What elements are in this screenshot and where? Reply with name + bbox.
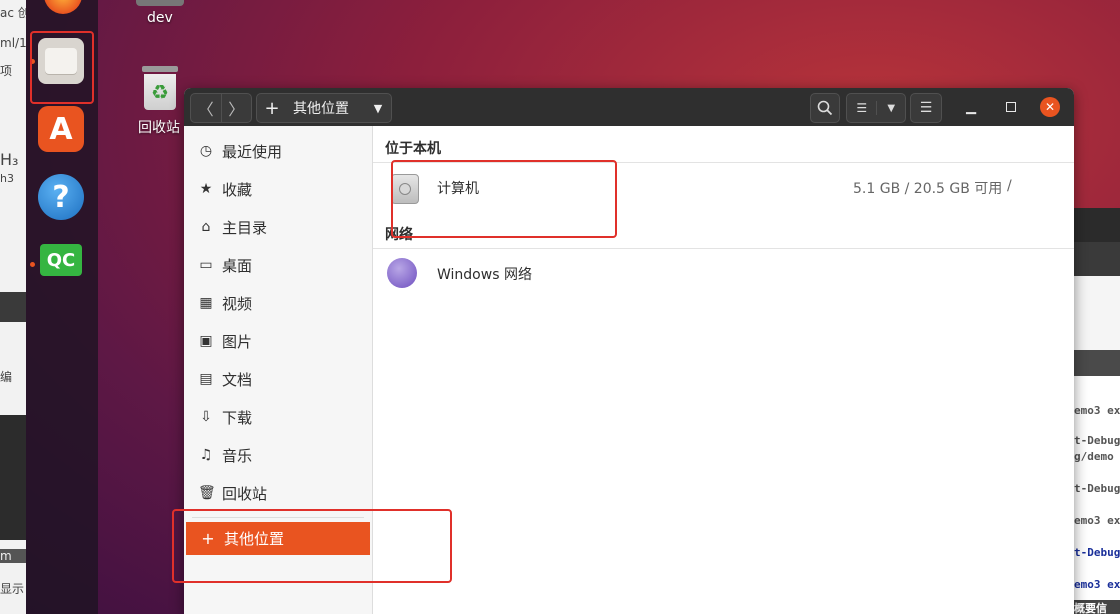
term-line: emo3 ex (1074, 578, 1120, 591)
help-icon[interactable]: ? (38, 174, 84, 220)
caret-down-icon: ▼ (373, 101, 383, 115)
star-icon: ★ (199, 181, 213, 197)
term-line: t-Debug (1074, 482, 1120, 495)
desktop-icon: ▭ (199, 257, 213, 273)
sidebar-item-label: 图片 (222, 332, 253, 351)
bg-text: 显示 (0, 582, 25, 596)
location-button[interactable]: + 其他位置 ▼ (256, 93, 392, 123)
term-line: 概要信 (1074, 600, 1120, 614)
close-button[interactable]: ✕ (1040, 97, 1060, 117)
desktop-trash-icon[interactable]: ♻ (142, 66, 178, 110)
maximize-icon (1006, 102, 1016, 112)
sidebar-item-label: 音乐 (222, 446, 253, 465)
windows-network-label: Windows 网络 (437, 267, 532, 283)
sidebar-item-label: 桌面 (222, 256, 253, 275)
windows-network-row[interactable]: Windows 网络 (373, 249, 1074, 297)
sidebar-item-label: 回收站 (222, 484, 268, 503)
trash-icon: 🗑 (198, 485, 216, 501)
term-header (1074, 350, 1120, 376)
bg-text: h3 (0, 172, 14, 185)
sidebar-item-desktop[interactable]: ▭ 桌面 (184, 248, 372, 282)
highlight-box-dock (30, 31, 94, 104)
sidebar-item-label: 主目录 (222, 218, 268, 237)
bg-text: 项 (0, 64, 13, 78)
back-button[interactable]: 〈 (191, 94, 221, 122)
bg-bar (0, 292, 26, 322)
software-store-icon[interactable]: A (38, 106, 84, 152)
computer-usage: 5.1 GB / 20.5 GB 可用 (853, 181, 1003, 197)
header-bar: 〈 〉 + 其他位置 ▼ ☰ ▼ ☰ ▁ ✕ (184, 88, 1074, 126)
firefox-icon[interactable] (44, 0, 82, 14)
bg-text: ac 创 (0, 6, 26, 20)
sidebar-item-starred[interactable]: ★ 收藏 (184, 172, 372, 206)
sidebar-item-home[interactable]: ⌂ 主目录 (184, 210, 372, 244)
bg-text: m (0, 549, 26, 563)
running-indicator (30, 262, 35, 267)
minimize-button[interactable]: ▁ (962, 98, 980, 116)
home-icon: ⌂ (201, 219, 211, 235)
menu-button[interactable]: ☰ (910, 93, 942, 123)
search-button[interactable] (810, 93, 840, 123)
nav-buttons: 〈 〉 (190, 93, 252, 123)
clock-icon: ◷ (199, 143, 213, 159)
music-icon: ♫ (199, 447, 213, 463)
document-icon: ▤ (199, 371, 213, 387)
location-label: 其他位置 (293, 101, 349, 117)
sidebar-item-music[interactable]: ♫ 音乐 (184, 438, 372, 472)
computer-path: / (1007, 178, 1012, 194)
chevron-right-icon: 〉 (228, 100, 245, 119)
list-view-icon[interactable]: ☰ (847, 101, 878, 115)
term-line: g/demo (1074, 450, 1114, 463)
network-globe-icon (387, 258, 417, 288)
qc-glyph: QC (46, 249, 76, 271)
hamburger-icon: ☰ (919, 100, 933, 116)
sidebar-item-label: 最近使用 (222, 142, 283, 161)
term-line: t-Debug (1074, 546, 1120, 559)
chevron-down-icon[interactable]: ▼ (877, 103, 905, 114)
sidebar-item-label: 文档 (222, 370, 253, 389)
sidebar-item-trash[interactable]: 🗑 回收站 (184, 476, 372, 510)
bg-text: 编 (0, 370, 13, 384)
download-icon: ⇩ (200, 409, 212, 425)
term-bar (1074, 208, 1120, 242)
maximize-button[interactable] (1002, 98, 1020, 116)
sidebar-item-label: 视频 (222, 294, 253, 313)
trash-label[interactable]: 回收站 (138, 117, 180, 137)
help-glyph: ? (52, 179, 70, 215)
highlight-box-other-locations (172, 509, 452, 583)
forward-button[interactable]: 〉 (220, 94, 252, 122)
search-icon (817, 100, 833, 116)
sidebar-item-pictures[interactable]: ▣ 图片 (184, 324, 372, 358)
term-line: emo3 ex (1074, 404, 1120, 417)
highlight-box-computer (391, 160, 617, 238)
bg-text: ml/1 (0, 36, 26, 50)
term-line: emo3 ex (1074, 514, 1120, 527)
sidebar-item-recent[interactable]: ◷ 最近使用 (184, 134, 372, 168)
minimize-icon: ▁ (966, 99, 976, 115)
picture-icon: ▣ (199, 333, 213, 349)
bg-panel (0, 415, 26, 540)
view-toggle-group[interactable]: ☰ ▼ (846, 93, 906, 123)
term-area (1074, 276, 1120, 350)
term-line: t-Debug (1074, 434, 1120, 447)
sidebar-item-videos[interactable]: ▦ 视频 (184, 286, 372, 320)
bg-text: H₃ (0, 150, 19, 169)
dev-label[interactable]: dev (147, 10, 173, 26)
chevron-left-icon: 〈 (197, 100, 214, 119)
background-terminal: emo3 ex t-Debug g/demo t-Debug emo3 ex t… (1074, 208, 1120, 614)
plus-icon: + (264, 97, 280, 119)
close-icon: ✕ (1044, 100, 1056, 114)
background-window-left: ac 创 ml/1 项 H₃ h3 编 m 显示 (0, 0, 26, 614)
dev-folder-icon[interactable] (136, 0, 184, 6)
sidebar-item-downloads[interactable]: ⇩ 下载 (184, 400, 372, 434)
section-header-computer: 位于本机 (385, 141, 441, 157)
video-icon: ▦ (199, 295, 213, 311)
sidebar-item-documents[interactable]: ▤ 文档 (184, 362, 372, 396)
sidebar-item-label: 收藏 (222, 180, 253, 199)
term-bar (1074, 242, 1120, 276)
qtcreator-icon[interactable]: QC (40, 244, 82, 276)
sidebar-item-label: 下载 (222, 408, 253, 427)
